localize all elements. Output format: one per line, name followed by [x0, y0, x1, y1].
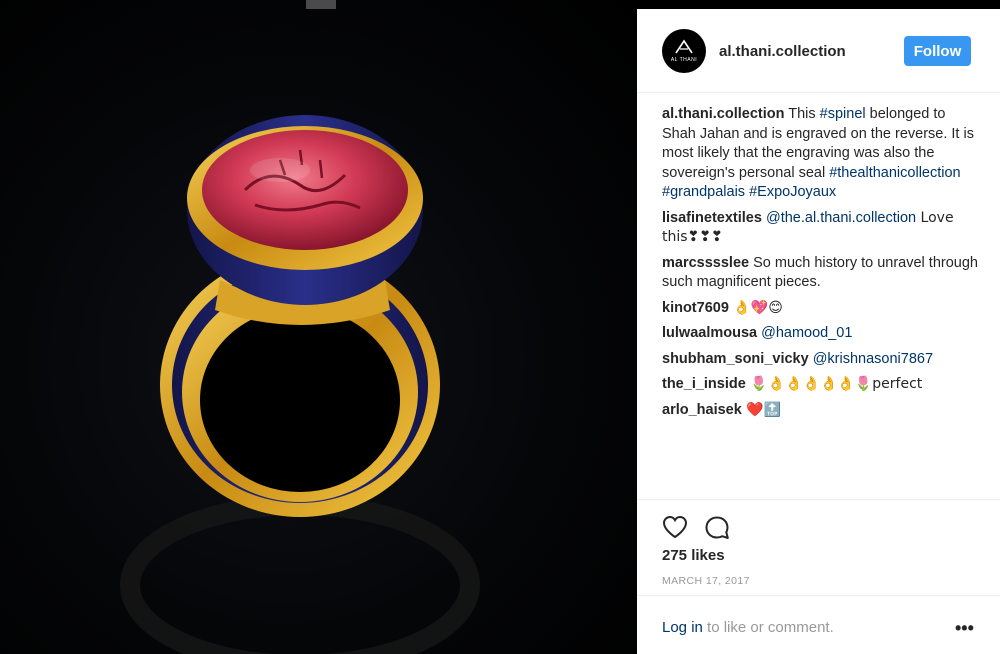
comment-username[interactable]: arlo_haisek [662, 402, 742, 418]
viewer-tab-left [306, 0, 336, 9]
list-item: marcsssslee So much history to unravel t… [662, 254, 980, 293]
login-text: to like or comment. [702, 619, 834, 636]
list-item: lulwaalmousa @hamood_01 [662, 324, 980, 344]
follow-button[interactable]: Follow [904, 36, 971, 66]
list-item: shubham_soni_vicky @krishnasoni7867 [662, 350, 980, 370]
hashtag-link[interactable]: #grandpalais [662, 184, 745, 200]
login-footer: Log in to like or comment. ••• [637, 595, 1000, 654]
mention-link[interactable]: @the.al.thani.collection [766, 210, 916, 226]
comment-text: ❤️🔝 [741, 401, 782, 418]
list-item: kinot7609 👌💖😊 [662, 299, 980, 319]
caption: al.thani.collection This #spinel belonge… [662, 105, 980, 203]
post-date: MARCH 17, 2017 [662, 575, 750, 587]
mention-link[interactable]: @krishnasoni7867 [813, 351, 933, 367]
heart-icon[interactable] [662, 515, 688, 544]
comment-username[interactable]: al.thani.collection [662, 106, 784, 122]
avatar-label: AL THANI [670, 57, 698, 63]
post-side-panel: AL THANI al.thani.collection Follow al.t… [637, 9, 1000, 654]
hashtag-link[interactable]: #spinel [820, 106, 866, 122]
post-header: AL THANI al.thani.collection Follow [637, 9, 1000, 93]
comment-text: 👌💖😊 [728, 299, 783, 316]
post-actions: 275 likes MARCH 17, 2017 [637, 499, 1000, 600]
post-photo[interactable] [0, 0, 637, 654]
comment-username[interactable]: marcsssslee [662, 255, 749, 271]
mention-link[interactable]: @hamood_01 [761, 325, 852, 341]
comment-text: 🌷👌👌👌👌👌🌷perfect [745, 376, 923, 392]
list-item: lisafinetextiles @the.al.thani.collectio… [662, 209, 980, 248]
caption-text: This [784, 106, 820, 122]
logo-icon [675, 39, 693, 54]
login-link[interactable]: Log in [662, 619, 703, 636]
hashtag-link[interactable]: #thealthanicollection [829, 165, 960, 181]
post-username[interactable]: al.thani.collection [719, 43, 846, 60]
comments-list: al.thani.collection This #spinel belonge… [662, 105, 980, 426]
ring-image [120, 115, 480, 654]
list-item: the_i_inside 🌷👌👌👌👌👌🌷perfect [662, 375, 980, 395]
comment-username[interactable]: shubham_soni_vicky [662, 351, 809, 367]
avatar[interactable]: AL THANI [662, 29, 706, 73]
list-item: arlo_haisek ❤️🔝 [662, 401, 980, 421]
likes-count[interactable]: 275 likes [662, 547, 725, 564]
comment-icon[interactable] [704, 515, 730, 546]
login-prompt: Log in to like or comment. [662, 619, 834, 636]
more-options-icon[interactable]: ••• [955, 618, 974, 639]
comment-username[interactable]: lisafinetextiles [662, 210, 762, 226]
hashtag-link[interactable]: #ExpoJoyaux [749, 184, 836, 200]
comment-username[interactable]: lulwaalmousa [662, 325, 757, 341]
comment-username[interactable]: kinot7609 [662, 300, 729, 316]
comment-username[interactable]: the_i_inside [662, 376, 746, 392]
